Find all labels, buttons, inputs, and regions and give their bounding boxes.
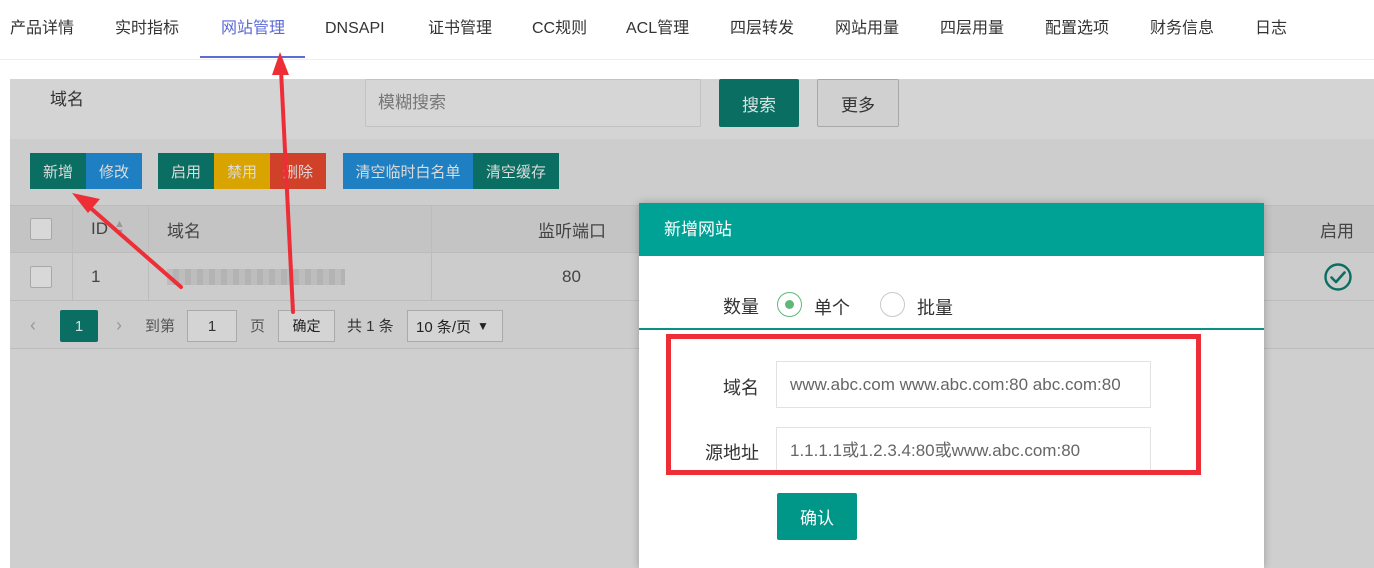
- current-page-button[interactable]: 1: [60, 310, 98, 342]
- fuzzy-search-input[interactable]: [365, 79, 701, 127]
- tab-label: 证书管理: [428, 20, 493, 37]
- goto-confirm-button[interactable]: 确定: [278, 310, 335, 342]
- page-unit-label: 页: [250, 317, 266, 335]
- tab-label: 实时指标: [115, 20, 180, 37]
- tab-label: 日志: [1255, 20, 1288, 37]
- column-divider: [431, 206, 432, 252]
- tab-label: DNSAPI: [325, 20, 385, 37]
- tab-label: 四层用量: [940, 20, 1005, 37]
- goto-page-input[interactable]: [187, 310, 237, 342]
- tab-label: 财务信息: [1150, 20, 1215, 37]
- page: 产品详情 实时指标 网站管理 DNSAPI 证书管理 CC规则 ACL管理 四层…: [0, 0, 1374, 568]
- column-divider: [72, 206, 73, 252]
- row-id: 1: [91, 266, 101, 286]
- redacted-domain-blur: [167, 268, 345, 285]
- clear-temp-whitelist-button[interactable]: 清空临时白名单: [343, 153, 473, 189]
- radio-single[interactable]: [777, 292, 802, 317]
- prev-page-icon[interactable]: ‹: [30, 301, 36, 349]
- chevron-down-icon: ▼: [477, 319, 489, 333]
- column-divider: [148, 253, 149, 300]
- tab-label: CC规则: [532, 20, 588, 37]
- disable-button[interactable]: 禁用: [214, 153, 270, 189]
- enable-button[interactable]: 启用: [158, 153, 214, 189]
- column-enabled: 启用: [1320, 221, 1354, 241]
- action-toolbar: 新增 修改 启用 禁用 删除 清空临时白名单 清空缓存: [10, 139, 1374, 205]
- search-domain-label: 域名: [50, 90, 84, 109]
- row-checkbox[interactable]: [30, 265, 52, 288]
- radio-batch-label[interactable]: 批量: [917, 294, 953, 320]
- row-enabled-cell: [1323, 253, 1353, 300]
- select-all-cell: [30, 206, 52, 252]
- select-all-checkbox[interactable]: [30, 218, 52, 240]
- page-size-select[interactable]: 10 条/页 ▼: [407, 310, 503, 342]
- delete-button[interactable]: 删除: [270, 153, 326, 189]
- column-listen-port: 监听端口: [538, 221, 606, 241]
- enabled-check-icon[interactable]: [1323, 262, 1353, 292]
- confirm-button[interactable]: 确认: [777, 493, 857, 540]
- total-count: 共 1 条: [347, 317, 394, 335]
- column-id[interactable]: ID ▲ ▼: [91, 206, 125, 252]
- radio-single-label[interactable]: 单个: [814, 294, 850, 320]
- more-button[interactable]: 更多: [817, 79, 899, 127]
- clear-cache-button[interactable]: 清空缓存: [473, 153, 559, 189]
- column-divider: [72, 253, 73, 300]
- tab-label: 四层转发: [730, 20, 795, 37]
- edit-button[interactable]: 修改: [86, 153, 142, 189]
- page-size-value: 10 条/页: [416, 318, 472, 336]
- active-tab-underline: [200, 56, 305, 58]
- highlight-box: [666, 334, 1201, 475]
- tab-label: ACL管理: [626, 20, 690, 37]
- top-tabs: 产品详情 实时指标 网站管理 DNSAPI 证书管理 CC规则 ACL管理 四层…: [0, 0, 1374, 60]
- search-button[interactable]: 搜索: [719, 79, 799, 127]
- column-domain: 域名: [167, 221, 201, 241]
- column-divider: [148, 206, 149, 252]
- next-page-icon[interactable]: ›: [116, 301, 122, 349]
- search-bar: 域名 搜索 更多: [10, 79, 1374, 139]
- tab-label: 网站管理: [221, 20, 286, 37]
- row-listen-port: 80: [562, 266, 581, 286]
- tab-label: 配置选项: [1045, 20, 1110, 37]
- column-divider: [431, 253, 432, 300]
- modal-title: 新增网站: [639, 203, 1264, 256]
- radio-batch[interactable]: [880, 292, 905, 317]
- row-domain-redacted: [167, 253, 345, 300]
- modal-divider: [639, 328, 1264, 330]
- add-button[interactable]: 新增: [30, 153, 86, 189]
- quantity-label: 数量: [723, 297, 759, 317]
- goto-label: 到第: [145, 317, 176, 335]
- row-select-cell: [30, 253, 52, 300]
- tab-label: 网站用量: [835, 20, 900, 37]
- column-id-label: ID: [91, 219, 108, 238]
- tab-label: 产品详情: [10, 20, 75, 37]
- sort-icon[interactable]: ▲ ▼: [114, 219, 125, 239]
